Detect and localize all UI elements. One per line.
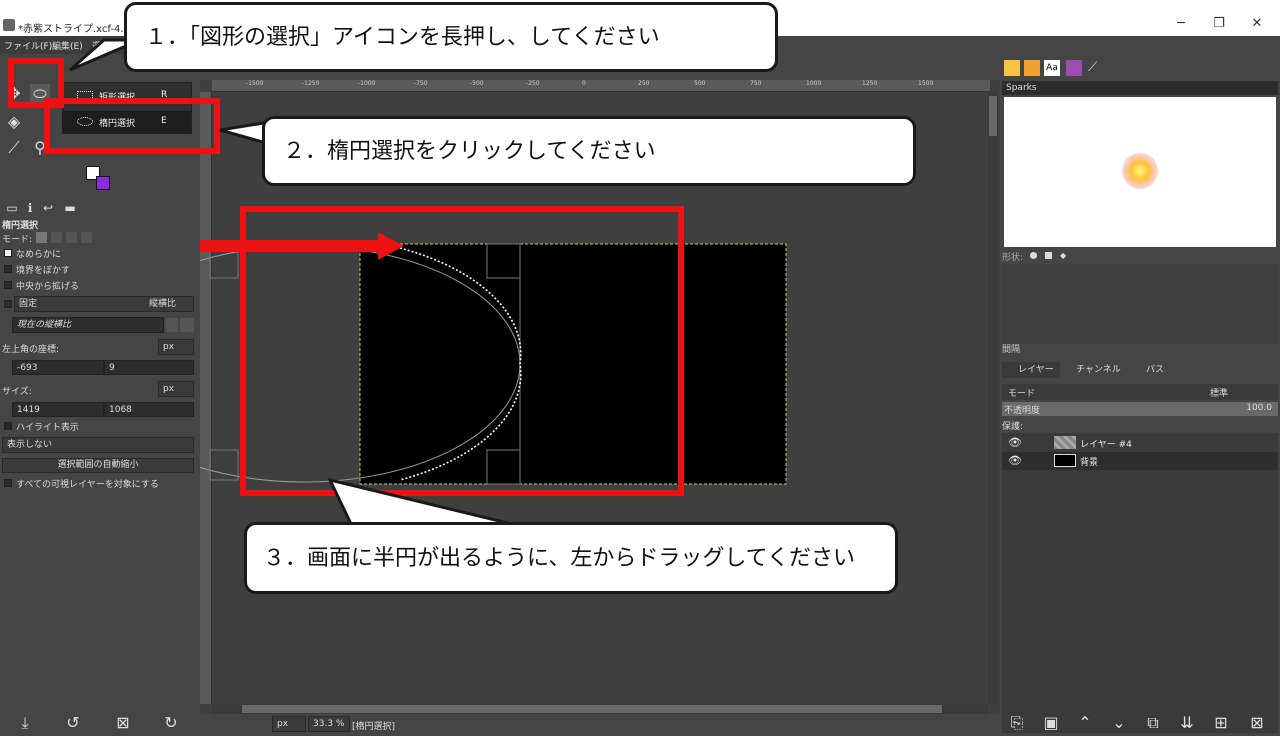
callout-step2: ２．楕円選択をクリックしてください xyxy=(262,116,916,186)
drag-arrow-head xyxy=(378,232,404,260)
callout-step3-text: ３．画面に半円が出るように、左からドラッグしてください xyxy=(263,546,856,571)
callout-step1: １．「図形の選択」アイコンを長押し、してください xyxy=(124,2,778,72)
callout3-tail xyxy=(327,477,521,528)
callout-step3: ３．画面に半円が出るように、左からドラッグしてください xyxy=(244,522,898,594)
callout-step2-text: ２．楕円選択をクリックしてください xyxy=(283,139,656,164)
annotation-arrows-svg xyxy=(69,38,521,528)
drag-arrow-shaft xyxy=(200,240,380,252)
callout-step1-text: １．「図形の選択」アイコンを長押し、してください xyxy=(145,25,660,50)
